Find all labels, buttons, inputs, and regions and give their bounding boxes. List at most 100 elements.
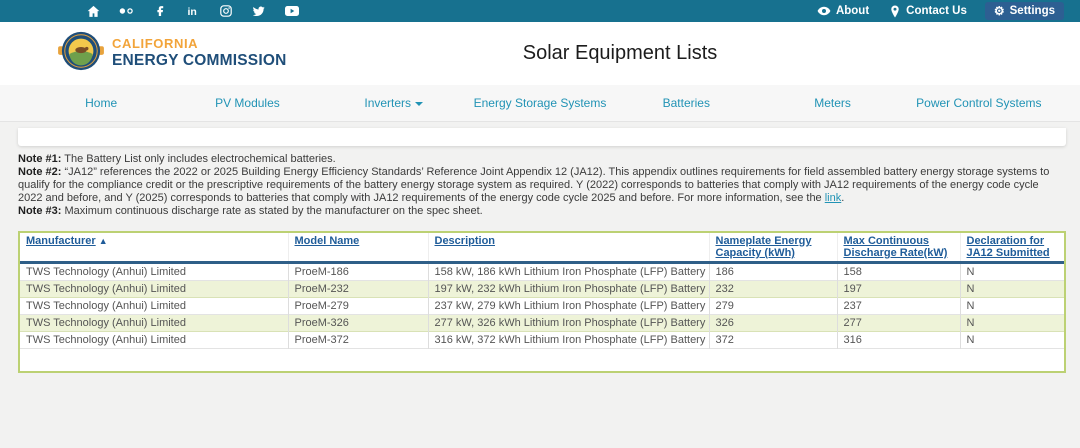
note-2-text: “JA12” references the 2022 or 2025 Build…	[18, 166, 1049, 204]
logo-line-california: CALIFORNIA	[112, 37, 287, 52]
about-label: About	[836, 5, 869, 17]
nav-item-batteries[interactable]: Batteries	[613, 96, 759, 110]
table-cell: 316	[837, 332, 960, 349]
note-3: Note #3: Maximum continuous discharge ra…	[18, 205, 1066, 218]
page-title: Solar Equipment Lists	[523, 42, 718, 65]
cec-seal-icon	[58, 30, 104, 77]
social-icon-group: in	[86, 4, 299, 19]
note-2-label: Note #2:	[18, 166, 61, 178]
note-1-label: Note #1:	[18, 153, 61, 165]
table-body: TWS Technology (Anhui) LimitedProeM-1861…	[20, 263, 1064, 349]
column-header-declaration-for-ja12-submitted: Declaration for JA12 Submitted	[960, 233, 1064, 263]
table-cell: ProeM-232	[288, 281, 428, 298]
table-cell: 186	[709, 263, 837, 281]
linkedin-icon[interactable]: in	[185, 4, 200, 19]
column-sort-link[interactable]: Model Name	[295, 235, 360, 247]
nav-item-power-control-systems[interactable]: Power Control Systems	[906, 96, 1052, 110]
column-header-description: Description	[428, 233, 709, 263]
note-1: Note #1: The Battery List only includes …	[18, 153, 1066, 166]
note-2-text-end: .	[841, 192, 844, 204]
content-area: Note #1: The Battery List only includes …	[0, 122, 1080, 373]
column-sort-link[interactable]: Declaration for JA12 Submitted	[967, 235, 1050, 259]
main-nav: HomePV ModulesInvertersEnergy Storage Sy…	[0, 85, 1080, 122]
table-cell: ProeM-279	[288, 298, 428, 315]
table-cell: ProeM-372	[288, 332, 428, 349]
table-cell: N	[960, 263, 1064, 281]
table-cell: N	[960, 315, 1064, 332]
nav-item-energy-storage-systems[interactable]: Energy Storage Systems	[467, 96, 613, 110]
note-3-text: Maximum continuous discharge rate as sta…	[64, 205, 482, 217]
table-row: TWS Technology (Anhui) LimitedProeM-2321…	[20, 281, 1064, 298]
topbar: in About Contact Us ⚙ Settings	[0, 0, 1080, 22]
contact-us-label: Contact Us	[906, 5, 967, 17]
youtube-icon[interactable]	[284, 4, 299, 19]
column-header-nameplate-energy-capacity-kwh: Nameplate Energy Capacity (kWh)	[709, 233, 837, 263]
nav-item-inverters[interactable]: Inverters	[321, 96, 467, 110]
table-row: TWS Technology (Anhui) LimitedProeM-3262…	[20, 315, 1064, 332]
table-cell: 237	[837, 298, 960, 315]
column-header-model-name: Model Name	[288, 233, 428, 263]
site-header: CALIFORNIA ENERGY COMMISSION Solar Equip…	[0, 22, 1080, 85]
table-cell: TWS Technology (Anhui) Limited	[20, 332, 288, 349]
ja12-link[interactable]: link	[825, 192, 842, 204]
instagram-icon[interactable]	[218, 4, 233, 19]
column-sort-link[interactable]: Description	[435, 235, 496, 247]
table-cell: 237 kW, 279 kWh Lithium Iron Phosphate (…	[428, 298, 709, 315]
eye-icon	[817, 4, 832, 19]
home-icon[interactable]	[86, 4, 101, 19]
column-sort-link[interactable]: Manufacturer	[26, 235, 96, 247]
column-sort-link[interactable]: Nameplate Energy Capacity (kWh)	[716, 235, 812, 259]
table-cell: N	[960, 332, 1064, 349]
map-pin-icon	[887, 4, 902, 19]
nav-item-home[interactable]: Home	[28, 96, 174, 110]
column-header-max-continuous-discharge-rate-kw: Max Continuous Discharge Rate(kW)	[837, 233, 960, 263]
twitter-icon[interactable]	[251, 4, 266, 19]
table-cell: 277	[837, 315, 960, 332]
note-1-text: The Battery List only includes electroch…	[64, 153, 335, 165]
table-cell: 158 kW, 186 kWh Lithium Iron Phosphate (…	[428, 263, 709, 281]
table-row: TWS Technology (Anhui) LimitedProeM-2792…	[20, 298, 1064, 315]
table-cell: 197 kW, 232 kWh Lithium Iron Phosphate (…	[428, 281, 709, 298]
note-3-label: Note #3:	[18, 205, 61, 217]
settings-label: Settings	[1010, 5, 1055, 17]
flickr-icon[interactable]	[119, 4, 134, 19]
table-cell: TWS Technology (Anhui) Limited	[20, 315, 288, 332]
about-link[interactable]: About	[817, 4, 869, 19]
chevron-down-icon	[415, 102, 423, 106]
column-header-manufacturer: Manufacturer▲	[20, 233, 288, 263]
table-cell: N	[960, 281, 1064, 298]
facebook-icon[interactable]	[152, 4, 167, 19]
table-cell: ProeM-186	[288, 263, 428, 281]
table-cell: TWS Technology (Anhui) Limited	[20, 263, 288, 281]
table-row: TWS Technology (Anhui) LimitedProeM-3723…	[20, 332, 1064, 349]
contact-us-link[interactable]: Contact Us	[887, 4, 967, 19]
table-cell: 158	[837, 263, 960, 281]
filter-panel-bottom	[18, 128, 1066, 146]
table-cell: TWS Technology (Anhui) Limited	[20, 298, 288, 315]
battery-list-table: Manufacturer▲ Model Name Description Namepl…	[20, 233, 1064, 349]
logo-line-energy-commission: ENERGY COMMISSION	[112, 52, 287, 70]
settings-button[interactable]: ⚙ Settings	[985, 2, 1064, 20]
table-cell: TWS Technology (Anhui) Limited	[20, 281, 288, 298]
notes-block: Note #1: The Battery List only includes …	[18, 153, 1066, 218]
table-cell: 279	[709, 298, 837, 315]
table-cell: 372	[709, 332, 837, 349]
nav-item-pv-modules[interactable]: PV Modules	[174, 96, 320, 110]
table-cell: 326	[709, 315, 837, 332]
table-cell: ProeM-326	[288, 315, 428, 332]
gear-icon: ⚙	[994, 5, 1005, 17]
table-cell: 316 kW, 372 kWh Lithium Iron Phosphate (…	[428, 332, 709, 349]
nav-item-meters[interactable]: Meters	[759, 96, 905, 110]
topbar-links: About Contact Us ⚙ Settings	[817, 2, 1064, 20]
logo-wordmark: CALIFORNIA ENERGY COMMISSION	[112, 37, 287, 70]
column-sort-link[interactable]: Max Continuous Discharge Rate(kW)	[844, 235, 948, 259]
table-cell: N	[960, 298, 1064, 315]
note-2: Note #2: “JA12” references the 2022 or 2…	[18, 166, 1066, 205]
table-cell: 197	[837, 281, 960, 298]
battery-list-table-container: Manufacturer▲ Model Name Description Namepl…	[18, 231, 1066, 373]
table-row: TWS Technology (Anhui) LimitedProeM-1861…	[20, 263, 1064, 281]
table-cell: 232	[709, 281, 837, 298]
cec-logo[interactable]: CALIFORNIA ENERGY COMMISSION	[58, 30, 287, 77]
svg-text:in: in	[187, 6, 196, 17]
table-cell: 277 kW, 326 kWh Lithium Iron Phosphate (…	[428, 315, 709, 332]
